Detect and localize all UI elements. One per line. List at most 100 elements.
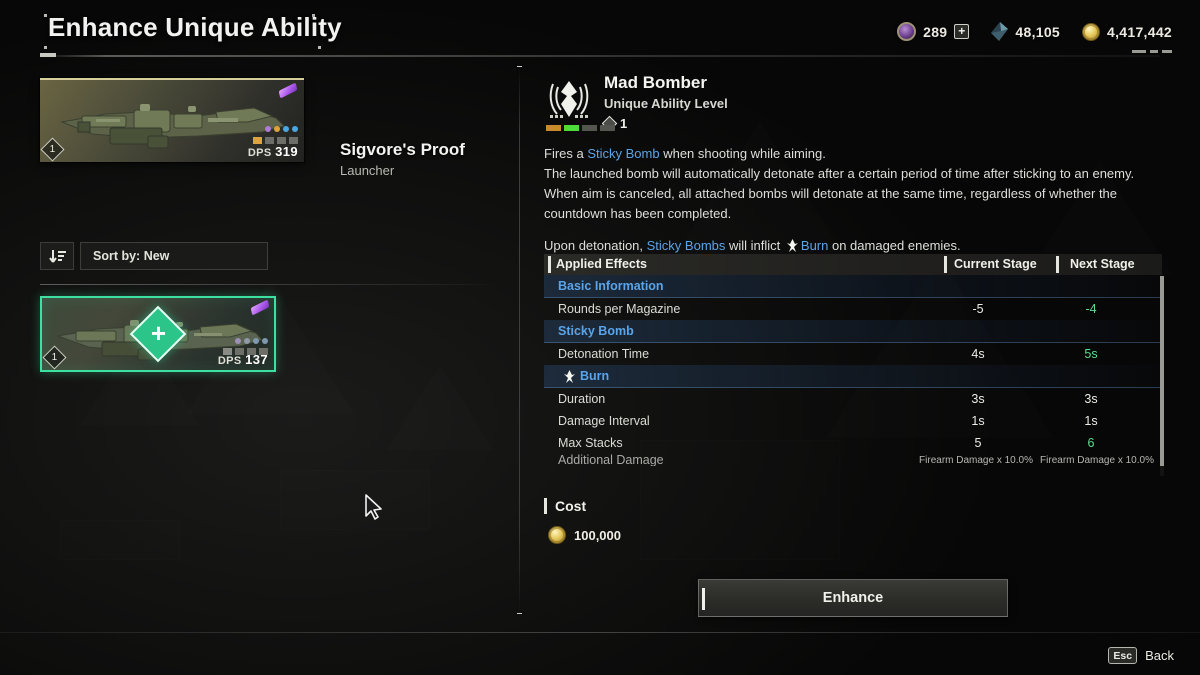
burn-icon (786, 238, 798, 252)
currency-gold-value: 4,417,442 (1107, 23, 1172, 40)
plus-glyph: + (151, 318, 167, 349)
corner-tick (318, 46, 321, 49)
sort-descending-icon (48, 249, 66, 263)
table-row: Damage Interval 1s 1s (544, 410, 1162, 432)
row-current-value: 3s (971, 392, 985, 406)
page-title: Enhance Unique Ability (48, 12, 342, 42)
list-item[interactable]: + 1 DPS 137 (40, 296, 276, 372)
header-cap (1056, 256, 1059, 273)
weapon-dps-label: DPS (247, 147, 272, 159)
ability-level-bars (546, 125, 615, 131)
description-line-4: countdown has been completed. (544, 206, 732, 221)
row-current-value: -5 (972, 302, 984, 316)
left-panel: 1 DPS 319 Sigvore's Proof Launcher Sort … (40, 68, 498, 608)
weapon-dps: DPS 319 (248, 144, 298, 159)
row-label: Rounds per Magazine (558, 302, 681, 316)
esc-key-icon: Esc (1108, 647, 1138, 664)
enhance-button-label: Enhance (822, 590, 884, 606)
corner-tick (44, 14, 47, 17)
header-cap (548, 256, 551, 273)
corner-tick (44, 46, 47, 49)
currency-gold: 4,417,442 (1082, 22, 1172, 41)
section-label: Burn (580, 369, 610, 383)
keyword-sticky-bombs: Sticky Bombs (646, 238, 726, 253)
desc-text: when shooting while aiming. (659, 146, 826, 161)
mouse-cursor (365, 494, 382, 520)
burn-icon (564, 370, 575, 383)
table-row: Rounds per Magazine -5 -4 (544, 298, 1162, 320)
add-gem-button[interactable]: + (954, 24, 970, 39)
table-row: Max Stacks 5 6 (544, 432, 1162, 454)
column-divider (519, 66, 520, 614)
applied-effects-table: Applied Effects Current Stage Next Stage… (544, 254, 1164, 480)
item-attribute-dots (235, 338, 268, 344)
sort-by-dropdown[interactable]: Sort by: New (80, 242, 268, 270)
table-row: Duration 3s 3s (544, 388, 1162, 410)
row-label: Duration (558, 392, 606, 406)
footer-divider (0, 632, 1200, 633)
currency-gem[interactable]: 289 + (897, 22, 970, 41)
row-label: Damage Interval (558, 414, 650, 428)
cost-value: 100,000 (548, 526, 621, 544)
keyword-sticky-bomb: Sticky Bomb (587, 146, 660, 161)
row-next-value: -4 (1085, 302, 1097, 316)
table-section-sticky-bomb: Sticky Bomb (544, 320, 1162, 343)
row-current-value: 4s (971, 347, 985, 361)
row-label: Additional Damage (558, 454, 664, 466)
column-header-effects: Applied Effects (556, 257, 647, 271)
description-line-3: When aim is canceled, all attached bombs… (544, 186, 1118, 201)
enhance-button[interactable]: Enhance (698, 579, 1008, 617)
shard-icon (991, 22, 1009, 41)
currency-shard-value: 48,105 (1015, 23, 1061, 40)
row-next-value: 5s (1084, 347, 1098, 361)
footer-hint[interactable]: Esc Back (1108, 647, 1174, 664)
table-row: Additional Damage Firearm Damage x 10.0%… (544, 454, 1162, 466)
desc-text: Fires a (544, 146, 588, 161)
row-next-value: Firearm Damage x 10.0% (1040, 454, 1154, 466)
desc-text: Upon detonation, (544, 238, 647, 253)
desc-text: on damaged enemies. (828, 238, 961, 253)
column-divider-cap (517, 613, 522, 614)
desc-text: will inflict (725, 238, 784, 253)
cost-header-cap (544, 498, 547, 514)
keyword-burn: Burn (800, 238, 829, 253)
header-cap (944, 256, 947, 273)
column-header-current: Current Stage (954, 257, 1037, 271)
table-row: Detonation Time 4s 5s (544, 343, 1162, 365)
table-scrollbar-thumb[interactable] (1160, 276, 1164, 466)
ability-level-label: Unique Ability Level (604, 96, 728, 111)
row-label: Max Stacks (558, 436, 623, 450)
column-divider-cap (517, 66, 522, 67)
sort-controls: Sort by: New (40, 242, 268, 270)
row-next-value: 1s (1084, 414, 1098, 428)
weapon-dps-value: 319 (275, 144, 298, 159)
weapon-attribute-bars (253, 137, 298, 144)
item-dps-value: 137 (245, 352, 268, 367)
coin-icon (1082, 22, 1101, 41)
cost-header: Cost (544, 498, 586, 514)
row-current-value: Firearm Damage x 10.0% (919, 454, 1033, 466)
table-body: Basic Information Rounds per Magazine -5… (544, 275, 1162, 480)
table-section-burn: Burn (544, 365, 1162, 388)
column-header-next: Next Stage (1070, 257, 1135, 271)
header-divider (40, 55, 1160, 57)
row-current-value: 1s (971, 414, 985, 428)
cost-title: Cost (555, 498, 587, 514)
item-dps-label: DPS (217, 355, 242, 367)
ability-level-value: 1 (620, 116, 628, 131)
cost-amount: 100,000 (574, 527, 621, 543)
equipped-weapon-card[interactable]: 1 DPS 319 (40, 78, 304, 162)
sort-direction-button[interactable] (40, 242, 74, 270)
button-cap (702, 588, 705, 610)
currency-gem-value: 289 (923, 23, 948, 40)
currency-shard: 48,105 (991, 22, 1060, 41)
winged-crest-icon (549, 81, 589, 118)
weapon-attribute-dots (265, 126, 298, 132)
table-scrollbar[interactable] (1160, 276, 1164, 476)
row-label: Detonation Time (558, 347, 650, 361)
weapon-rank-value: 1 (49, 143, 56, 155)
description-line-5: Upon detonation, Sticky Bombs will infli… (544, 236, 1162, 256)
list-divider (40, 284, 498, 285)
row-current-value: 5 (974, 436, 982, 450)
ability-description: Fires a Sticky Bomb when shooting while … (544, 144, 1162, 256)
